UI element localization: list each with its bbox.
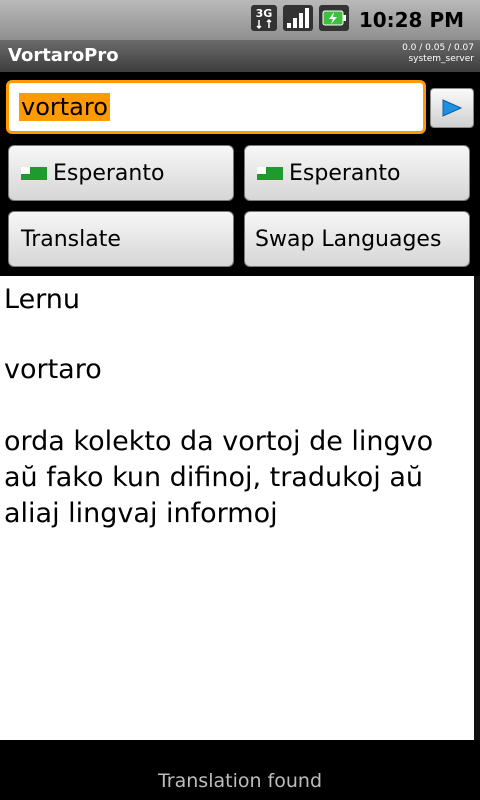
status-message: Translation found [157,770,323,792]
target-language-button[interactable]: Esperanto [244,145,470,201]
network-3g-icon: 3G [250,5,277,35]
result-word: vortaro [4,354,102,385]
top-process: system_server [408,54,474,64]
app-title: VortaroPro [8,45,119,66]
load-average: 0.0 / 0.05 / 0.07 [402,43,474,53]
result-source: Lernu [4,284,81,315]
title-bar: VortaroPro 0.0 / 0.05 / 0.07 system_serv… [0,40,480,72]
status-bar: 3G 10:28 PM [0,0,480,40]
signal-strength-icon [282,5,313,35]
swap-languages-button[interactable]: Swap Languages [244,211,470,267]
search-input[interactable]: vortaro [6,80,426,134]
go-button[interactable] [430,88,474,128]
search-input-text: vortaro [19,93,110,121]
battery-charging-icon [318,5,349,35]
translate-button-label: Translate [21,226,121,252]
result-definition: orda kolekto da vortoj de lingvo aŭ fako… [4,426,434,529]
result-scrollbar[interactable] [474,276,480,740]
esperanto-flag-icon [257,166,283,180]
status-time: 10:28 PM [358,8,464,32]
translate-button[interactable]: Translate [8,211,234,267]
network-type-label: 3G [255,7,272,20]
swap-languages-label: Swap Languages [255,226,442,252]
translation-result[interactable]: Lernu vortaro orda kolekto da vortoj de … [0,276,474,740]
play-arrow-icon [442,99,463,117]
target-language-label: Esperanto [289,160,401,186]
cpu-load-info: 0.0 / 0.05 / 0.07 system_server [402,43,474,65]
source-language-button[interactable]: Esperanto [8,145,234,201]
source-language-label: Esperanto [53,160,165,186]
esperanto-flag-icon [21,166,47,180]
status-icons: 3G 10:28 PM [250,5,464,35]
